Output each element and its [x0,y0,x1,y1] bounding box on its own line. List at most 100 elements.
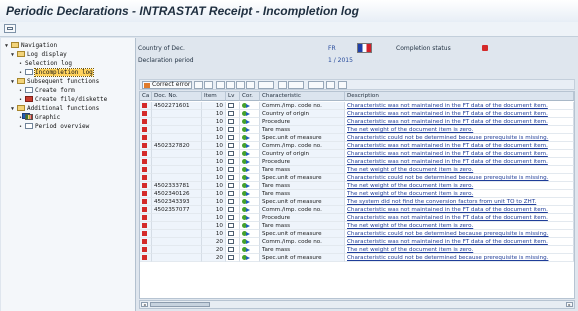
description-link[interactable]: Characteristic was not maintained in the… [345,102,574,110]
status-cell[interactable] [140,118,152,126]
correction-cell[interactable] [240,150,260,158]
level-cell[interactable] [226,246,240,254]
horizontal-scrollbar[interactable]: ◂ ▸ [139,300,575,309]
correction-cell[interactable] [240,126,260,134]
correction-cell[interactable] [240,118,260,126]
nav-item[interactable]: ▼ Navigation [5,42,57,50]
description-link[interactable]: The net weight of the document item is z… [345,222,574,230]
table-row[interactable]: 20 Comm./imp. code no. Characteristic was … [140,238,574,246]
status-cell[interactable] [140,198,152,206]
level-cell[interactable] [226,174,240,182]
status-cell[interactable] [140,206,152,214]
status-cell[interactable] [140,150,152,158]
scroll-thumb[interactable] [150,302,210,307]
status-cell[interactable] [140,230,152,238]
col-header-lv[interactable]: Lv [226,92,240,101]
description-link[interactable]: Characteristic was not maintained in the… [345,206,574,214]
description-link[interactable]: Characteristic could not be determined b… [345,254,574,262]
table-row[interactable]: 20 Spec.unit of measure Characteristic cou… [140,254,574,262]
level-cell[interactable] [226,126,240,134]
status-cell[interactable] [140,190,152,198]
refresh-icon[interactable] [204,81,213,89]
status-cell[interactable] [140,174,152,182]
description-link[interactable]: The net weight of the document item is z… [345,166,574,174]
table-row[interactable]: 4502271601 10 Comm./imp. code no. Character… [140,102,574,110]
col-header-characteristic[interactable]: Characteristic [260,92,345,101]
correction-cell[interactable] [240,190,260,198]
level-cell[interactable] [226,254,240,262]
level-cell[interactable] [226,166,240,174]
nav-item[interactable]: ▼ Additional functions [11,105,99,113]
level-cell[interactable] [226,206,240,214]
table-row[interactable]: 10 Country of origin Characteristic was no… [140,110,574,118]
correction-cell[interactable] [240,254,260,262]
menu-icon[interactable] [4,24,16,33]
correction-cell[interactable] [240,174,260,182]
status-cell[interactable] [140,158,152,166]
table-row[interactable]: 10 Tare mass The net weight of the documen… [140,166,574,174]
status-cell[interactable] [140,182,152,190]
level-cell[interactable] [226,158,240,166]
level-cell[interactable] [226,230,240,238]
filter-icon[interactable] [226,81,235,89]
level-cell[interactable] [226,198,240,206]
find-icon[interactable] [236,81,245,89]
description-link[interactable]: The net weight of the document item is z… [345,190,574,198]
status-cell[interactable] [140,166,152,174]
col-header-doc-no[interactable]: Doc. No. [152,92,202,101]
table-row[interactable]: 10 Procedure Characteristic was not mainta… [140,158,574,166]
correction-cell[interactable] [240,142,260,150]
correction-cell[interactable] [240,166,260,174]
details-icon[interactable] [194,81,203,89]
views-icon[interactable] [288,81,304,89]
correction-cell[interactable] [240,222,260,230]
description-link[interactable]: Characteristic was not maintained in the… [345,214,574,222]
correct-error-button[interactable]: Correct error [142,81,192,89]
level-cell[interactable] [226,142,240,150]
correction-cell[interactable] [240,230,260,238]
col-header-description[interactable]: Description [345,92,574,101]
level-cell[interactable] [226,134,240,142]
level-cell[interactable] [226,214,240,222]
description-link[interactable]: Characteristic was not maintained in the… [345,158,574,166]
description-link[interactable]: Characteristic was not maintained in the… [345,150,574,158]
nav-item[interactable]: • Create form [19,87,75,95]
col-header-cor[interactable]: Cor. [240,92,260,101]
col-header-ca[interactable]: Ca [140,92,152,101]
table-row[interactable]: 4502327820 10 Comm./imp. code no. Character… [140,142,574,150]
description-link[interactable]: Characteristic was not maintained in the… [345,142,574,150]
status-cell[interactable] [140,134,152,142]
correction-cell[interactable] [240,134,260,142]
layout-icon[interactable] [308,81,324,89]
description-link[interactable]: The system did not find the conversion f… [345,198,574,206]
description-link[interactable]: Characteristic could not be determined b… [345,230,574,238]
grid-icon[interactable] [326,81,335,89]
correction-cell[interactable] [240,158,260,166]
correction-cell[interactable] [240,110,260,118]
status-cell[interactable] [140,110,152,118]
status-cell[interactable] [140,142,152,150]
nav-item[interactable]: • Incompletion log [19,68,94,77]
status-cell[interactable] [140,222,152,230]
export-icon[interactable] [278,81,287,89]
status-cell[interactable] [140,214,152,222]
table-row[interactable]: 4502357077 10 Comm./imp. code no. Character… [140,206,574,214]
correction-cell[interactable] [240,206,260,214]
table-row[interactable]: 10 Tare mass The net weight of the documen… [140,126,574,134]
nav-item[interactable]: ▼ Subsequent functions [11,78,99,86]
scroll-right-icon[interactable]: ▸ [566,302,573,307]
table-row[interactable]: 10 Procedure Characteristic was not mainta… [140,118,574,126]
table-row[interactable]: 10 Procedure Characteristic was not mainta… [140,214,574,222]
correction-cell[interactable] [240,182,260,190]
correction-cell[interactable] [240,214,260,222]
nav-item[interactable]: • Selection log [19,60,72,119]
table-row[interactable]: 10 Spec.unit of measure Characteristic cou… [140,230,574,238]
table-row[interactable]: 4502340126 10 Tare mass The net weight of t… [140,190,574,198]
print-icon[interactable] [216,81,225,89]
correction-cell[interactable] [240,102,260,110]
subtotal-icon[interactable] [258,81,274,89]
level-cell[interactable] [226,238,240,246]
status-cell[interactable] [140,254,152,262]
table-row[interactable]: 10 Tare mass The net weight of the documen… [140,222,574,230]
level-cell[interactable] [226,102,240,110]
